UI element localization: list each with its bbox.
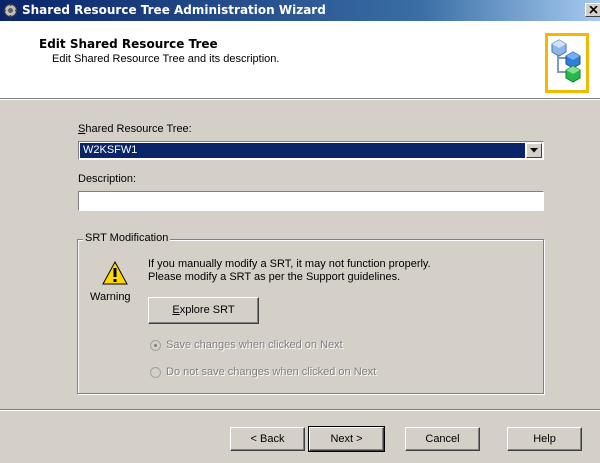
chevron-down-icon — [530, 148, 538, 153]
shared-resource-tree-combobox[interactable]: W2KSFW1 — [78, 141, 544, 160]
explore-mnemonic: E — [172, 304, 180, 316]
header-divider — [0, 98, 600, 100]
explore-srt-button[interactable]: Explore SRT — [148, 297, 259, 324]
wizard-logo — [545, 33, 589, 93]
page-subtitle: Edit Shared Resource Tree and its descri… — [52, 53, 280, 65]
wizard-window: Shared Resource Tree Administration Wiza… — [0, 0, 600, 463]
srt-dropdown-button[interactable] — [526, 143, 542, 158]
warning-message-line2: Please modify a SRT as per the Support g… — [148, 271, 401, 283]
close-button[interactable] — [585, 3, 600, 17]
radio-save-dot[interactable] — [150, 339, 161, 351]
radio-dont-save-label: Do not save changes when clicked on Next — [166, 366, 377, 378]
close-icon — [589, 6, 598, 14]
srt-label: Shared Resource Tree: — [78, 123, 192, 135]
radio-dont-save-changes[interactable]: Do not save changes when clicked on Next — [150, 366, 376, 378]
wizard-header: Edit Shared Resource Tree Edit Shared Re… — [0, 21, 600, 98]
description-label: Description: — [78, 173, 137, 185]
radio-save-label: Save changes when clicked on Next — [166, 339, 343, 351]
wizard-app-icon — [3, 3, 18, 18]
help-button[interactable]: Help — [507, 427, 582, 451]
warning-message-line1: If you manually modify a SRT, it may not… — [148, 258, 431, 270]
cancel-button[interactable]: Cancel — [405, 427, 480, 451]
shared-resource-tree-icon — [551, 39, 581, 83]
next-button[interactable]: Next > — [308, 426, 385, 452]
explore-srt-label: xplore SRT — [179, 304, 235, 316]
window-title: Shared Resource Tree Administration Wiza… — [22, 3, 326, 17]
warning-caption: Warning — [90, 291, 131, 303]
back-button[interactable]: < Back — [230, 427, 305, 451]
page-title: Edit Shared Resource Tree — [39, 37, 218, 51]
radio-save-changes[interactable]: Save changes when clicked on Next — [150, 339, 343, 351]
description-field[interactable] — [78, 191, 544, 211]
radio-dont-save-dot[interactable] — [150, 366, 161, 378]
footer-divider — [0, 409, 600, 411]
title-bar[interactable]: Shared Resource Tree Administration Wiza… — [0, 0, 600, 21]
warning-icon — [102, 260, 128, 285]
srt-modification-legend: SRT Modification — [83, 232, 171, 244]
srt-selected-value: W2KSFW1 — [80, 143, 525, 158]
srt-label-text: hared Resource Tree: — [85, 123, 192, 135]
